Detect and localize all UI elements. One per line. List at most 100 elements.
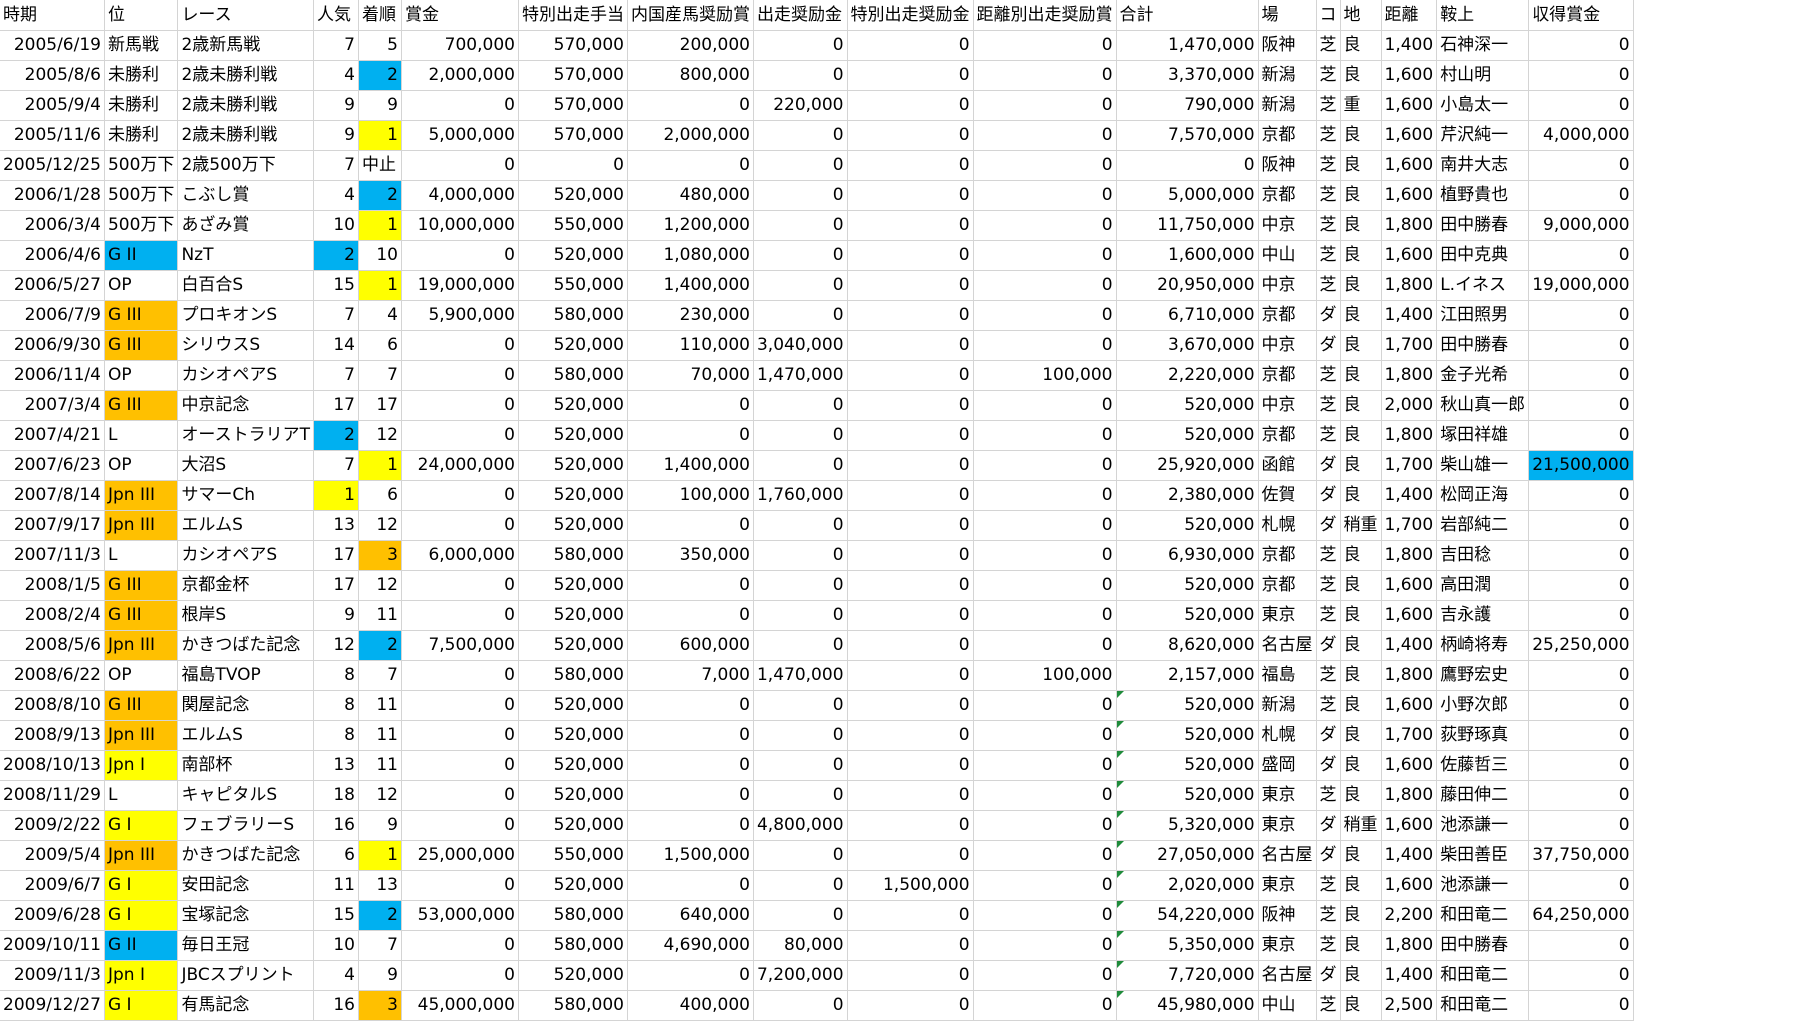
cell-distance-bonus[interactable]: 0 [973, 690, 1117, 721]
cell-race[interactable]: 2歳新馬戦 [177, 30, 314, 61]
cell-going[interactable]: 良 [1340, 480, 1382, 511]
cell-earned-prize[interactable]: 0 [1528, 60, 1634, 91]
cell-popularity[interactable]: 18 [313, 780, 359, 811]
cell-earned-prize[interactable]: 0 [1528, 780, 1634, 811]
cell-total[interactable]: 25,920,000 [1116, 450, 1259, 481]
cell-jockey[interactable]: 田中克典 [1436, 240, 1530, 271]
cell-earned-prize[interactable]: 0 [1528, 600, 1634, 631]
cell-distance[interactable]: 1,600 [1381, 810, 1438, 841]
header-cell[interactable]: 賞金 [401, 0, 519, 31]
cell-prize[interactable]: 53,000,000 [401, 900, 519, 931]
cell-total[interactable]: 1,600,000 [1116, 240, 1259, 271]
header-cell[interactable]: 特別出走手当 [518, 0, 628, 31]
cell-race[interactable]: 有馬記念 [177, 990, 314, 1021]
cell-distance-bonus[interactable]: 0 [973, 870, 1117, 901]
cell-total[interactable]: 54,220,000 [1116, 900, 1259, 931]
cell-jockey[interactable]: 岩部純二 [1436, 510, 1530, 541]
cell-start-bonus[interactable]: 0 [753, 630, 848, 661]
cell-special-allowance[interactable]: 520,000 [518, 510, 628, 541]
cell-total[interactable]: 2,157,000 [1116, 660, 1259, 691]
cell-surface[interactable]: ダ [1316, 480, 1341, 511]
cell-grade[interactable]: G III [104, 690, 179, 721]
cell-special-allowance[interactable]: 520,000 [518, 390, 628, 421]
cell-prize[interactable]: 0 [401, 480, 519, 511]
cell-special-allowance[interactable]: 520,000 [518, 330, 628, 361]
cell-date[interactable]: 2006/4/6 [0, 240, 105, 271]
cell-earned-prize[interactable]: 64,250,000 [1528, 900, 1634, 931]
cell-jockey[interactable]: 和田竜二 [1436, 960, 1530, 991]
cell-finish[interactable]: 10 [358, 240, 402, 271]
cell-distance[interactable]: 1,400 [1381, 30, 1438, 61]
cell-special-start-bonus[interactable]: 0 [847, 90, 974, 121]
cell-jockey[interactable]: 芹沢純一 [1436, 120, 1530, 151]
cell-prize[interactable]: 0 [401, 960, 519, 991]
cell-jockey[interactable]: 田中勝春 [1436, 330, 1530, 361]
cell-prize[interactable]: 700,000 [401, 30, 519, 61]
cell-distance-bonus[interactable]: 0 [973, 720, 1117, 751]
cell-going[interactable]: 良 [1340, 930, 1382, 961]
cell-finish[interactable]: 1 [358, 210, 402, 241]
cell-special-start-bonus[interactable]: 0 [847, 840, 974, 871]
cell-total[interactable]: 2,020,000 [1116, 870, 1259, 901]
cell-grade[interactable]: G III [104, 570, 179, 601]
cell-grade[interactable]: G II [104, 240, 179, 271]
cell-grade[interactable]: G III [104, 330, 179, 361]
cell-total[interactable]: 5,320,000 [1116, 810, 1259, 841]
cell-distance-bonus[interactable]: 100,000 [973, 660, 1117, 691]
cell-earned-prize[interactable]: 0 [1528, 930, 1634, 961]
cell-earned-prize[interactable]: 0 [1528, 420, 1634, 451]
cell-date[interactable]: 2009/11/3 [0, 960, 105, 991]
cell-start-bonus[interactable]: 1,760,000 [753, 480, 848, 511]
cell-popularity[interactable]: 15 [313, 270, 359, 301]
cell-special-allowance[interactable]: 570,000 [518, 120, 628, 151]
cell-start-bonus[interactable]: 0 [753, 420, 848, 451]
cell-going[interactable]: 良 [1340, 720, 1382, 751]
cell-date[interactable]: 2007/3/4 [0, 390, 105, 421]
cell-surface[interactable]: 芝 [1316, 870, 1341, 901]
cell-surface[interactable]: ダ [1316, 750, 1341, 781]
cell-earned-prize[interactable]: 0 [1528, 660, 1634, 691]
cell-domestic-bonus[interactable]: 600,000 [627, 630, 754, 661]
cell-race[interactable]: 大沼S [177, 450, 314, 481]
cell-finish[interactable]: 4 [358, 300, 402, 331]
cell-popularity[interactable]: 10 [313, 930, 359, 961]
cell-course[interactable]: 中京 [1258, 270, 1317, 301]
cell-surface[interactable]: ダ [1316, 300, 1341, 331]
cell-domestic-bonus[interactable]: 640,000 [627, 900, 754, 931]
cell-prize[interactable]: 5,900,000 [401, 300, 519, 331]
cell-jockey[interactable]: 佐藤哲三 [1436, 750, 1530, 781]
cell-special-allowance[interactable]: 0 [518, 150, 628, 181]
cell-race[interactable]: こぶし賞 [177, 180, 314, 211]
cell-popularity[interactable]: 12 [313, 630, 359, 661]
cell-start-bonus[interactable]: 0 [753, 390, 848, 421]
cell-distance-bonus[interactable]: 0 [973, 150, 1117, 181]
cell-race[interactable]: カシオペアS [177, 360, 314, 391]
cell-finish[interactable]: 9 [358, 810, 402, 841]
cell-date[interactable]: 2009/5/4 [0, 840, 105, 871]
cell-jockey[interactable]: 和田竜二 [1436, 900, 1530, 931]
cell-distance[interactable]: 2,000 [1381, 390, 1438, 421]
cell-course[interactable]: 東京 [1258, 870, 1317, 901]
cell-surface[interactable]: 芝 [1316, 420, 1341, 451]
cell-special-allowance[interactable]: 580,000 [518, 540, 628, 571]
cell-special-allowance[interactable]: 580,000 [518, 990, 628, 1021]
cell-distance-bonus[interactable]: 0 [973, 540, 1117, 571]
cell-distance-bonus[interactable]: 0 [973, 240, 1117, 271]
cell-start-bonus[interactable]: 0 [753, 600, 848, 631]
cell-prize[interactable]: 0 [401, 690, 519, 721]
cell-special-allowance[interactable]: 570,000 [518, 30, 628, 61]
cell-date[interactable]: 2005/11/6 [0, 120, 105, 151]
cell-special-start-bonus[interactable]: 0 [847, 810, 974, 841]
cell-earned-prize[interactable]: 0 [1528, 870, 1634, 901]
cell-special-start-bonus[interactable]: 0 [847, 900, 974, 931]
cell-earned-prize[interactable]: 0 [1528, 240, 1634, 271]
cell-surface[interactable]: 芝 [1316, 30, 1341, 61]
cell-distance-bonus[interactable]: 0 [973, 930, 1117, 961]
cell-jockey[interactable]: 金子光希 [1436, 360, 1530, 391]
cell-distance-bonus[interactable]: 0 [973, 990, 1117, 1021]
cell-course[interactable]: 東京 [1258, 810, 1317, 841]
cell-total[interactable]: 6,710,000 [1116, 300, 1259, 331]
cell-earned-prize[interactable]: 0 [1528, 750, 1634, 781]
cell-domestic-bonus[interactable]: 1,200,000 [627, 210, 754, 241]
cell-date[interactable]: 2005/9/4 [0, 90, 105, 121]
